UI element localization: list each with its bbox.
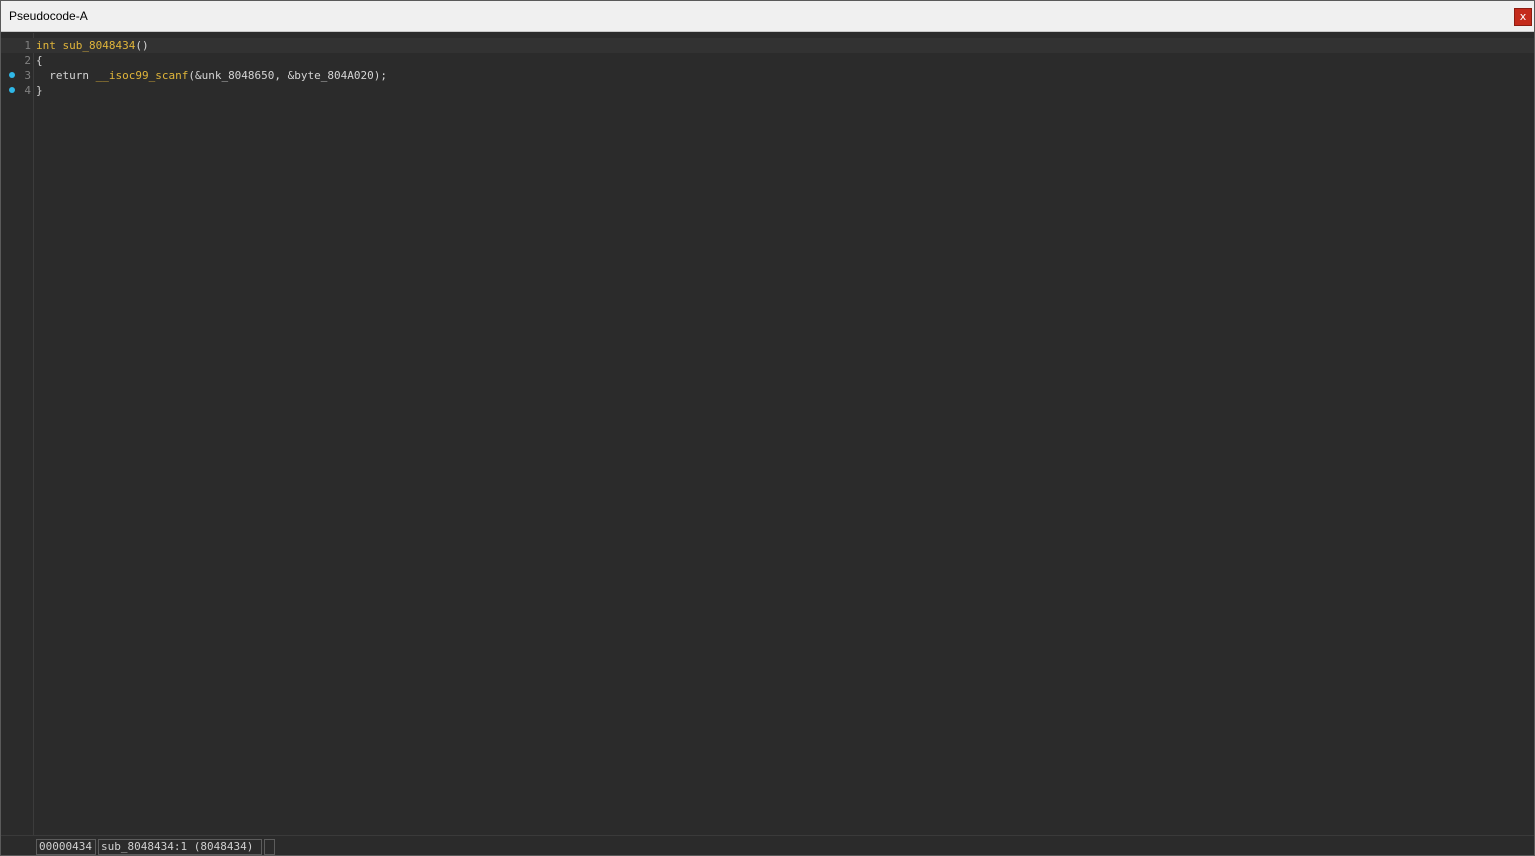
breakpoint-dot-icon[interactable] — [9, 72, 15, 78]
code-token: } — [36, 84, 43, 97]
status-address: 00000434 — [36, 839, 96, 855]
code-line[interactable]: 4 } — [1, 83, 1534, 98]
status-bar: 00000434 sub_8048434:1 (8048434) — [1, 835, 1534, 855]
function-signature[interactable]: int sub_8048434 — [36, 39, 135, 52]
close-button[interactable]: x — [1514, 8, 1532, 26]
code-token: { — [36, 54, 43, 67]
pseudocode-window: Pseudocode-A x 1 int sub_8048434() 2 { 3… — [0, 0, 1535, 856]
code-token: return — [36, 69, 96, 82]
code-token: () — [135, 39, 149, 52]
status-extra — [264, 839, 275, 855]
status-location: sub_8048434:1 (8048434) — [98, 839, 262, 855]
code-text: { — [36, 53, 43, 68]
code-token[interactable]: (&unk_8048650, &byte_804A020); — [188, 69, 387, 82]
code-text: return __isoc99_scanf(&unk_8048650, &byt… — [36, 68, 387, 83]
window-title: Pseudocode-A — [9, 9, 88, 23]
title-bar[interactable]: Pseudocode-A x — [1, 1, 1534, 32]
line-gutter[interactable] — [1, 33, 34, 835]
code-line[interactable]: 3 return __isoc99_scanf(&unk_8048650, &b… — [1, 68, 1534, 83]
code-line[interactable]: 2 { — [1, 53, 1534, 68]
code-text: } — [36, 83, 43, 98]
code-line[interactable]: 1 int sub_8048434() — [1, 38, 1534, 53]
line-number: 4 — [24, 84, 31, 97]
breakpoint-dot-icon[interactable] — [9, 87, 15, 93]
line-number: 1 — [24, 39, 31, 52]
line-number: 2 — [24, 54, 31, 67]
code-text: int sub_8048434() — [36, 38, 149, 53]
pseudocode-editor[interactable]: 1 int sub_8048434() 2 { 3 return __isoc9… — [1, 33, 1534, 835]
line-number: 3 — [24, 69, 31, 82]
function-call[interactable]: __isoc99_scanf — [96, 69, 189, 82]
